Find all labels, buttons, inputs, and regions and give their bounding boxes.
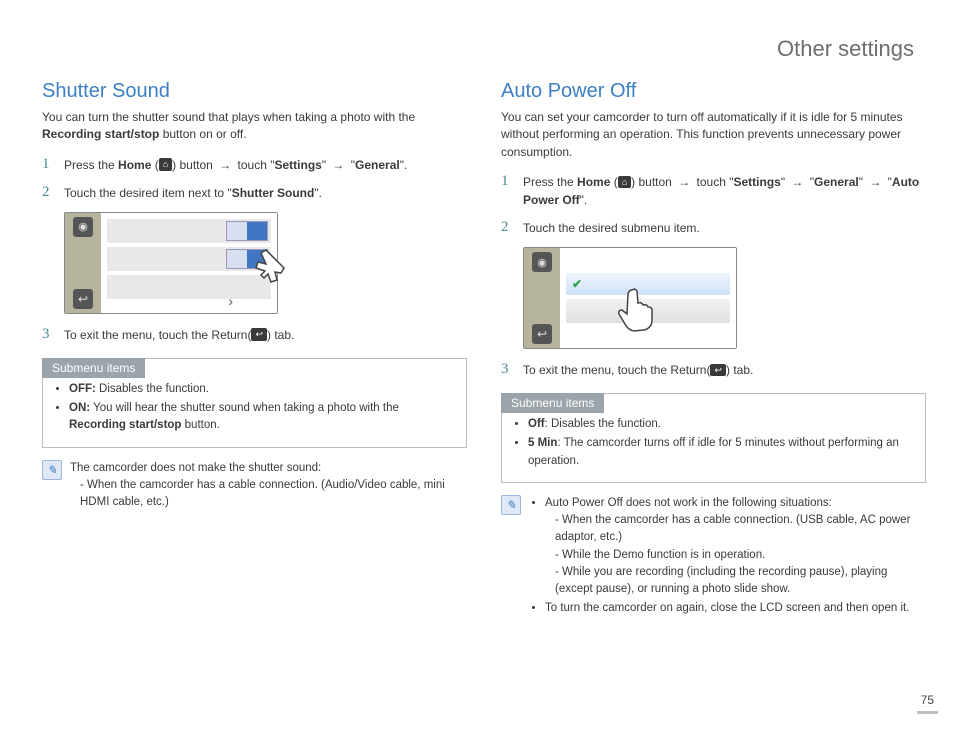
return-icon: ↩: [73, 289, 93, 309]
arrow-icon: →: [791, 173, 803, 191]
toggle: [226, 221, 268, 241]
note-item: Auto Power Off does not work in the foll…: [545, 495, 926, 599]
page-title: Other settings: [42, 36, 914, 62]
camera-icon: ◉: [532, 252, 552, 272]
submenu-header: Submenu items: [42, 358, 145, 378]
steps-shutter-cont: 3 To exit the menu, touch the Return(↩) …: [42, 326, 467, 344]
step-2: 2 Touch the desired submenu item.: [501, 219, 926, 237]
intro-apo: You can set your camcorder to turn off a…: [501, 109, 926, 161]
arrow-icon: →: [219, 156, 231, 174]
column-left: Shutter Sound You can turn the shutter s…: [42, 72, 467, 620]
page-number: 75: [917, 691, 938, 714]
hand-pointer-icon: [241, 243, 291, 293]
steps-apo: 1 Press the Home (⌂) button → touch "Set…: [501, 173, 926, 237]
note-icon: ✎: [42, 460, 62, 480]
note-apo: ✎ Auto Power Off does not work in the fo…: [501, 495, 926, 620]
device-screen: ◉ ↩ ✔: [523, 247, 737, 349]
step-3: 3 To exit the menu, touch the Return(↩) …: [501, 361, 926, 379]
submenu-item: 5 Min: The camcorder turns off if idle f…: [528, 435, 915, 470]
steps-shutter: 1 Press the Home (⌂) button → touch "Set…: [42, 156, 467, 202]
return-icon: ↩: [710, 364, 726, 377]
submenu-header: Submenu items: [501, 393, 604, 413]
steps-apo-cont: 3 To exit the menu, touch the Return(↩) …: [501, 361, 926, 379]
step-text: Press the Home (⌂) button → touch "Setti…: [523, 173, 926, 209]
arrow-icon: →: [332, 156, 344, 174]
step-number: 1: [42, 156, 64, 173]
camera-icon: ◉: [73, 217, 93, 237]
arrow-icon: →: [869, 173, 881, 191]
return-icon: ↩: [251, 328, 267, 341]
note-item: To turn the camcorder on again, close th…: [545, 600, 926, 617]
submenu-item: Off: Disables the function.: [528, 416, 915, 433]
screen-sidebar: ◉ ↩: [524, 248, 560, 348]
two-column-layout: Shutter Sound You can turn the shutter s…: [42, 72, 926, 620]
text-bold: Recording start/stop: [42, 127, 159, 141]
step-number: 2: [42, 184, 64, 201]
intro-shutter: You can turn the shutter sound that play…: [42, 109, 467, 144]
home-icon: ⌂: [159, 158, 172, 171]
heading-shutter-sound: Shutter Sound: [42, 80, 467, 103]
text: You can turn the shutter sound that play…: [42, 110, 415, 124]
step-text: To exit the menu, touch the Return(↩) ta…: [523, 361, 753, 379]
arrow-icon: →: [678, 173, 690, 191]
submenu-block: Submenu items Off: Disables the function…: [501, 389, 926, 483]
step-3: 3 To exit the menu, touch the Return(↩) …: [42, 326, 467, 344]
note-icon: ✎: [501, 495, 521, 515]
step-2: 2 Touch the desired item next to "Shutte…: [42, 184, 467, 202]
step-text: To exit the menu, touch the Return(↩) ta…: [64, 326, 294, 344]
manual-page: Other settings Shutter Sound You can tur…: [0, 0, 954, 730]
home-icon: ⌂: [618, 176, 631, 189]
step-number: 3: [501, 361, 523, 378]
screenshot-apo: ◉ ↩ ✔: [523, 247, 926, 349]
submenu-block: Submenu items OFF: Disables the function…: [42, 354, 467, 448]
step-number: 1: [501, 173, 523, 190]
screenshot-shutter: ◉ ↩ ›: [64, 212, 467, 314]
step-text: Touch the desired submenu item.: [523, 219, 700, 237]
step-number: 3: [42, 326, 64, 343]
menu-row: [107, 219, 271, 243]
submenu-item: ON: You will hear the shutter sound when…: [69, 400, 456, 435]
note-body: The camcorder does not make the shutter …: [70, 460, 467, 512]
note-body: Auto Power Off does not work in the foll…: [529, 495, 926, 620]
step-1: 1 Press the Home (⌂) button → touch "Set…: [501, 173, 926, 209]
chevron-icon: ›: [228, 293, 233, 309]
device-screen: ◉ ↩ ›: [64, 212, 278, 314]
step-1: 1 Press the Home (⌂) button → touch "Set…: [42, 156, 467, 174]
note-shutter: ✎ The camcorder does not make the shutte…: [42, 460, 467, 512]
text: button on or off.: [159, 127, 246, 141]
submenu-item: OFF: Disables the function.: [69, 381, 456, 398]
column-right: Auto Power Off You can set your camcorde…: [501, 72, 926, 620]
heading-auto-power-off: Auto Power Off: [501, 80, 926, 103]
hand-pointer-icon: [610, 284, 660, 334]
step-number: 2: [501, 219, 523, 236]
check-icon: ✔: [572, 277, 582, 291]
return-icon: ↩: [532, 324, 552, 344]
step-text: Touch the desired item next to "Shutter …: [64, 184, 322, 202]
screen-sidebar: ◉ ↩: [65, 213, 101, 313]
step-text: Press the Home (⌂) button → touch "Setti…: [64, 156, 407, 174]
